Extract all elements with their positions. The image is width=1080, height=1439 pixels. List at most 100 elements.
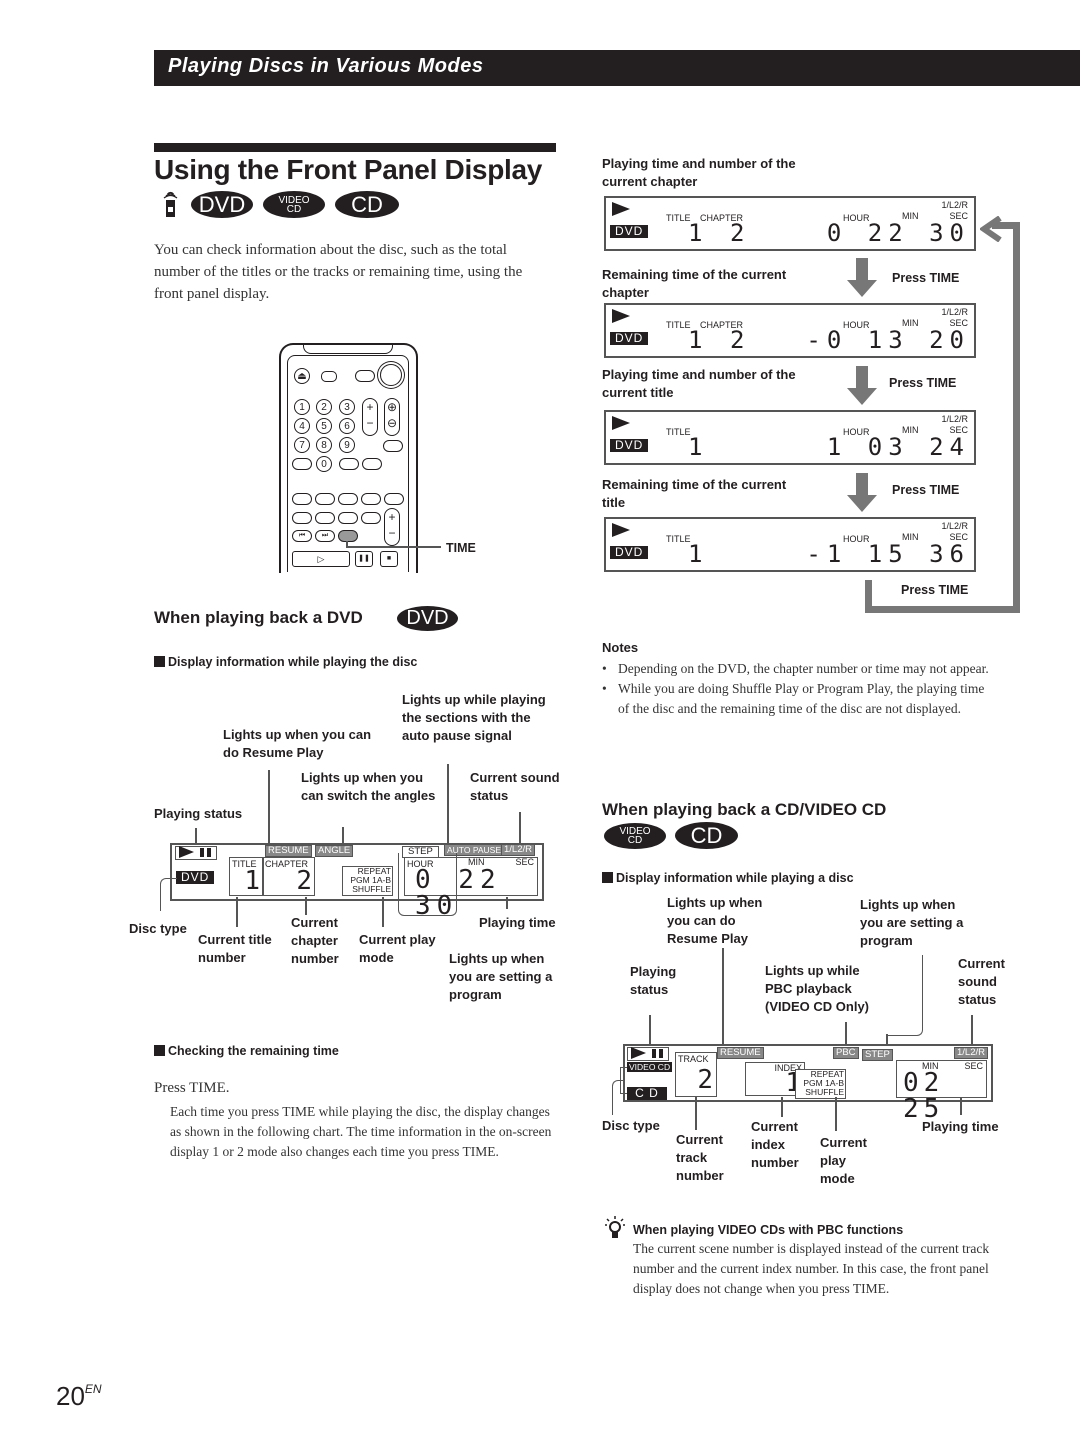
remote-oval-button [292,458,312,470]
track-label: TRACK [678,1054,709,1064]
disc-type-indicator: DVD [610,439,649,452]
cd-callout-index-number: Current index number [751,1119,799,1170]
disc-type-indicator: DVD [610,225,649,238]
audio-indicator: 1/L2/R [941,200,968,210]
cd-audio-indicator: 1/L2/R [954,1047,988,1059]
square-bullet-icon [154,656,165,667]
cd-section-heading: When playing back a CD/VIDEO CD [602,800,887,819]
remote-oval-button [338,493,358,505]
play-icon [631,1047,646,1059]
press-time-step: Press TIME. [154,1080,230,1096]
title-label: TITLE [666,534,691,544]
leader-line [695,1097,697,1130]
remote-oval-button [339,458,359,470]
remaining-time-subheading: Checking the remaining time [154,1042,339,1060]
cd-callout-pbc: Lights up while PBC playback (VIDEO CD O… [765,963,870,1014]
chapter-value: 2 [730,326,745,354]
pause-icon [207,848,211,857]
chapter-value: 2 [730,219,745,247]
time-value: 1 03 24 [826,433,970,461]
disc-type-indicator: DVD [610,546,649,559]
dvd-display-info-subheading-text: Display information while playing the di… [168,655,418,669]
title-value: 1 [688,219,703,247]
title-label: TITLE [666,213,691,223]
press-time-down-arrow-icon [846,258,878,303]
press-time-label: Press TIME [889,376,957,390]
press-time-description: Each time you press TIME while playing t… [170,1104,552,1159]
cd-display-info-subheading: Display information while playing a disc [602,869,854,887]
square-bullet-icon [154,1045,165,1056]
dvd-display-info-subheading: Display information while playing the di… [154,653,417,671]
video-cd-indicator: VIDEO CD [627,1062,673,1072]
page-number-value: 20 [56,1381,85,1411]
remote-key-1: 1 [294,399,310,415]
channel-rocker-icon: ⊕ ⊖ [384,398,400,436]
time-value: 0 22 30 [826,219,970,247]
callout-sound-status: Current sound status [470,770,560,803]
callout-auto-pause: Lights up while playing the sections wit… [402,692,546,743]
play-icon [612,523,630,537]
remote-oval-button [292,493,312,505]
tip-body: The current scene number is displayed in… [633,1241,990,1296]
leader-line [722,948,724,1045]
chapter-number-box: CHAPTER 2 [263,857,315,896]
time-state-display: DVD 1/L2/R HOUR MIN SEC -1 15 36 TITLE 1 [604,517,976,572]
cd-callout-playing-status: Playing status [630,964,677,997]
notes-heading: Notes [602,640,639,655]
press-time-down-arrow-icon [846,473,878,518]
volume-rocker-icon: + − [362,398,378,436]
cycle-return-line [865,580,872,610]
cd-callout-playing-time: Playing time [922,1119,999,1134]
time-leader-line [346,546,441,548]
cd-callout-disc-type: Disc type [602,1118,660,1133]
cd-callout-sound-status: Current sound status [958,956,1005,1007]
cd-callout-program: Lights up when you are setting a program [860,897,964,948]
time-state-display: DVD 1/L2/R HOUR MIN SEC 1 03 24 TITLE 1 [604,410,976,465]
callout-title-number: Current title number [198,932,272,965]
cd-playing-time-box: MIN SEC 02 25 [896,1060,987,1122]
page-title: Using the Front Panel Display [154,154,543,185]
leader-line [835,1097,837,1131]
remote-oval-button [292,512,312,524]
note-item: • Depending on the DVD, the chapter numbe… [602,659,997,679]
previous-track-icon: ⏮ [292,530,312,542]
tip-heading: When playing VIDEO CDs with PBC function… [633,1223,904,1237]
title-rule [154,143,556,152]
audio-indicator: 1/L2/R [941,307,968,317]
title-value: 1 [244,866,260,896]
time-state-caption: Remaining time of the current chapter [602,267,787,300]
callout-playing-status: Playing status [154,806,243,821]
leader-line [305,897,307,915]
remote-control-icon [156,190,184,218]
time-state-caption: Remaining time of the current title [602,477,787,510]
title-label: TITLE [666,320,691,330]
play-pause-indicator [175,846,217,860]
title-label: TITLE [666,427,691,437]
time-value: -0 13 20 [806,326,970,354]
pause-icon [659,1049,663,1058]
callout-disc-type: Disc type [129,921,187,936]
time-state-caption: Playing time and number of the current t… [602,367,796,400]
page-number: 20EN [56,1381,102,1412]
time-button [338,530,358,542]
notes-list: • Depending on the DVD, the chapter numbe… [602,659,997,719]
shuffle-indicator: SHUFFLE [352,884,391,894]
remote-oval-button [362,458,382,470]
leader-line [268,770,270,843]
angle-indicator: ANGLE [315,845,354,857]
cycle-return-line [1013,222,1020,612]
lightbulb-tip-icon [604,1215,626,1246]
leader-line [781,1097,783,1117]
callout-angle: Lights up when you can switch the angles [301,770,436,803]
square-bullet-icon [602,872,613,883]
remaining-time-subheading-text: Checking the remaining time [168,1044,339,1058]
shuffle-indicator: SHUFFLE [805,1087,844,1097]
remote-key-8: 8 [316,437,332,453]
title-value: 1 [688,540,703,568]
remote-oval-button [315,493,335,505]
press-time-label: Press TIME [892,271,960,285]
cd-display-info-subheading-text: Display information while playing a disc [616,871,854,885]
press-time-down-arrow-icon [846,366,878,411]
play-icon [612,309,630,323]
cd-playing-time-value: 02 25 [903,1068,945,1124]
